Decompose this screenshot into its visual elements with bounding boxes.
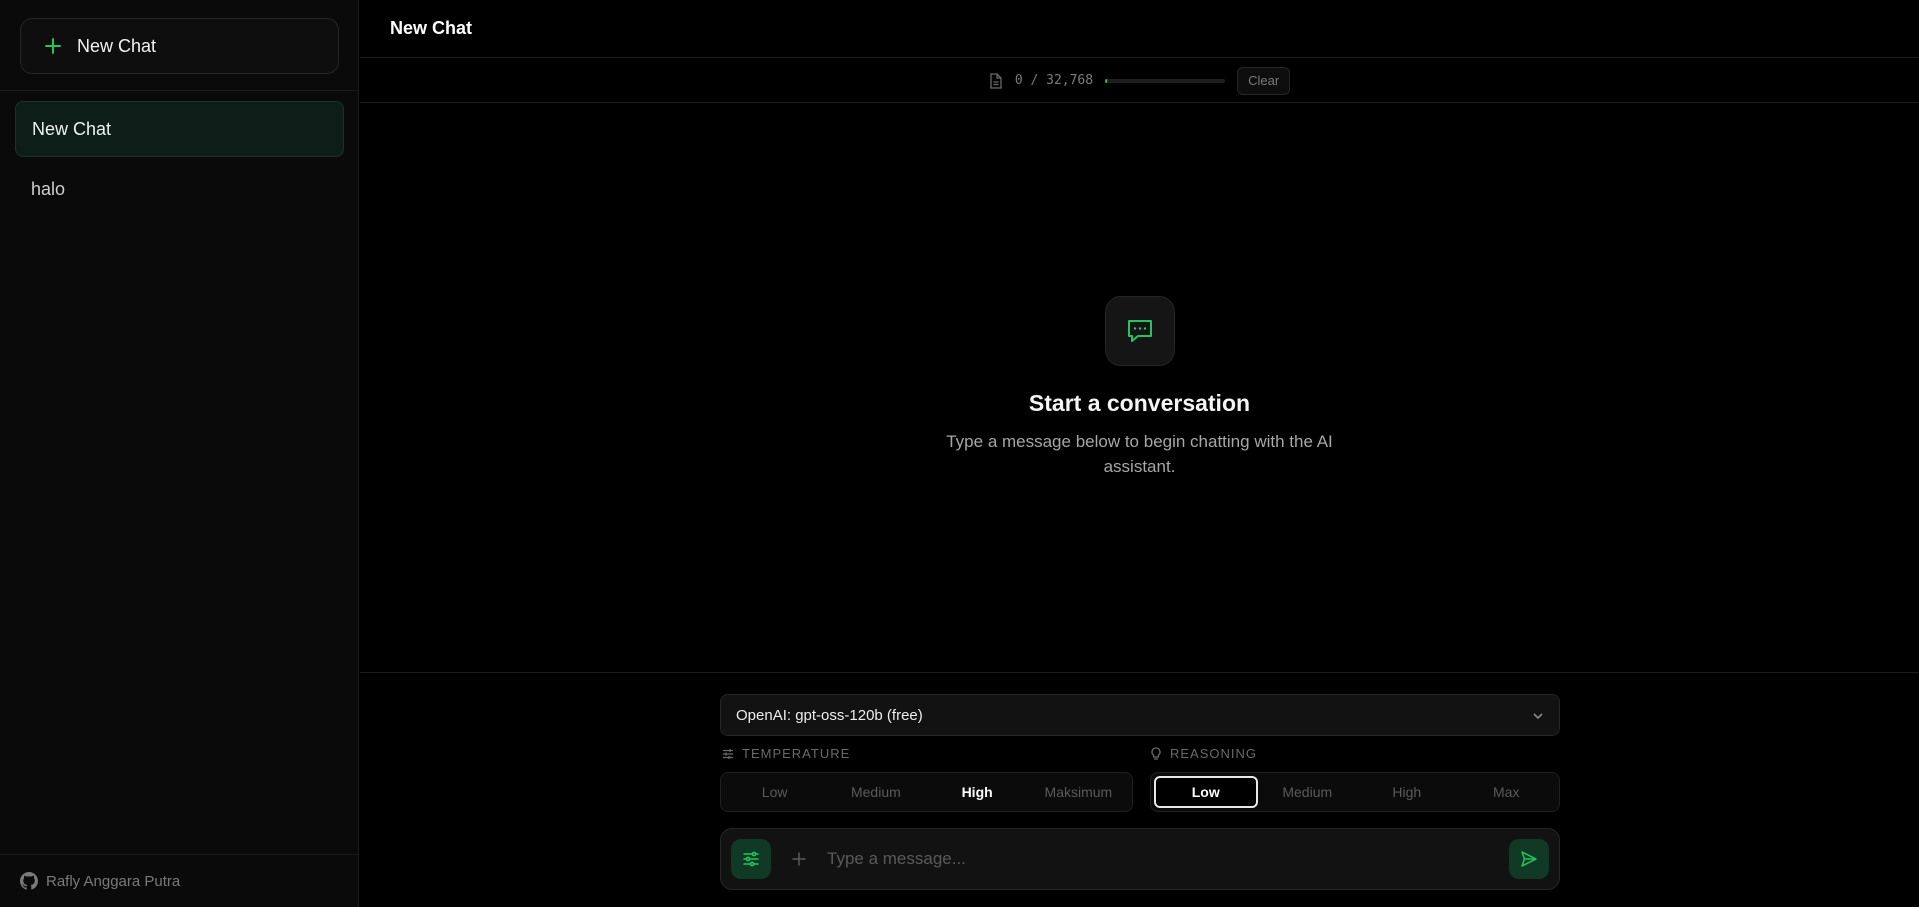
sidebar-chat-item-new-chat[interactable]: New Chat bbox=[15, 101, 344, 157]
model-select-value: OpenAI: gpt-oss-120b (free) bbox=[736, 706, 923, 724]
message-composer bbox=[720, 828, 1560, 890]
temperature-option-low[interactable]: Low bbox=[724, 776, 825, 808]
reasoning-option-medium[interactable]: Medium bbox=[1258, 776, 1358, 808]
sidebar-chat-item-label: halo bbox=[31, 178, 66, 199]
chat-bubble-icon-container bbox=[1104, 296, 1175, 366]
plus-icon bbox=[43, 36, 63, 56]
attach-button[interactable] bbox=[783, 843, 815, 875]
reasoning-option-max[interactable]: Max bbox=[1457, 776, 1557, 808]
model-select[interactable]: OpenAI: gpt-oss-120b (free) bbox=[720, 694, 1560, 736]
author-name: Rafly Anggara Putra bbox=[46, 872, 181, 890]
sidebar: New Chat New Chat halo Rafly Anggara Put… bbox=[0, 0, 359, 907]
empty-state-description: Type a message below to begin chatting w… bbox=[946, 432, 1333, 476]
composer-divider bbox=[360, 672, 1919, 673]
plus-icon bbox=[792, 852, 806, 866]
send-icon bbox=[1521, 851, 1537, 867]
reasoning-option-low[interactable]: Low bbox=[1154, 776, 1258, 808]
new-chat-button[interactable]: New Chat bbox=[20, 18, 339, 74]
topbar: New Chat bbox=[360, 0, 1919, 58]
reasoning-selector: Low Medium High Max bbox=[1150, 772, 1560, 812]
chevron-down-icon bbox=[1533, 713, 1543, 720]
temperature-label: TEMPERATURE bbox=[722, 746, 850, 761]
sidebar-divider bbox=[0, 90, 359, 91]
message-input[interactable] bbox=[827, 839, 1509, 879]
lightbulb-icon bbox=[1151, 746, 1161, 760]
token-progress bbox=[1105, 78, 1226, 83]
empty-state-heading: Start a conversation bbox=[1028, 390, 1251, 416]
sidebar-footer[interactable]: Rafly Anggara Putra bbox=[0, 854, 359, 907]
sliders-icon bbox=[723, 748, 733, 759]
send-button[interactable] bbox=[1509, 839, 1549, 879]
reasoning-option-high[interactable]: High bbox=[1357, 776, 1457, 808]
chat-bubble-icon bbox=[1127, 320, 1152, 342]
temperature-option-maksimum[interactable]: Maksimum bbox=[1028, 776, 1129, 808]
sidebar-chat-item-label: New Chat bbox=[32, 118, 112, 139]
page-title: New Chat bbox=[390, 18, 473, 38]
github-icon bbox=[20, 872, 38, 890]
token-progress-fill bbox=[1105, 78, 1108, 83]
empty-state: Start a conversation Type a message belo… bbox=[360, 296, 1919, 479]
token-count: 0 / 32,768 bbox=[1014, 73, 1094, 88]
document-icon bbox=[990, 72, 1002, 89]
sliders-icon bbox=[743, 851, 759, 867]
token-usage-bar: 0 / 32,768 Clear bbox=[360, 59, 1919, 103]
new-chat-button-label: New Chat bbox=[77, 35, 157, 56]
settings-toggle-button[interactable] bbox=[731, 839, 771, 879]
clear-button[interactable]: Clear bbox=[1237, 66, 1291, 95]
temperature-selector: Low Medium High Maksimum bbox=[720, 772, 1133, 812]
reasoning-label: REASONING bbox=[1150, 746, 1257, 761]
sidebar-chat-item-halo[interactable]: halo bbox=[15, 161, 344, 217]
main-panel: New Chat 0 / 32,768 Clear Start a conver… bbox=[360, 0, 1919, 907]
temperature-option-medium[interactable]: Medium bbox=[825, 776, 926, 808]
temperature-option-high[interactable]: High bbox=[927, 776, 1028, 808]
